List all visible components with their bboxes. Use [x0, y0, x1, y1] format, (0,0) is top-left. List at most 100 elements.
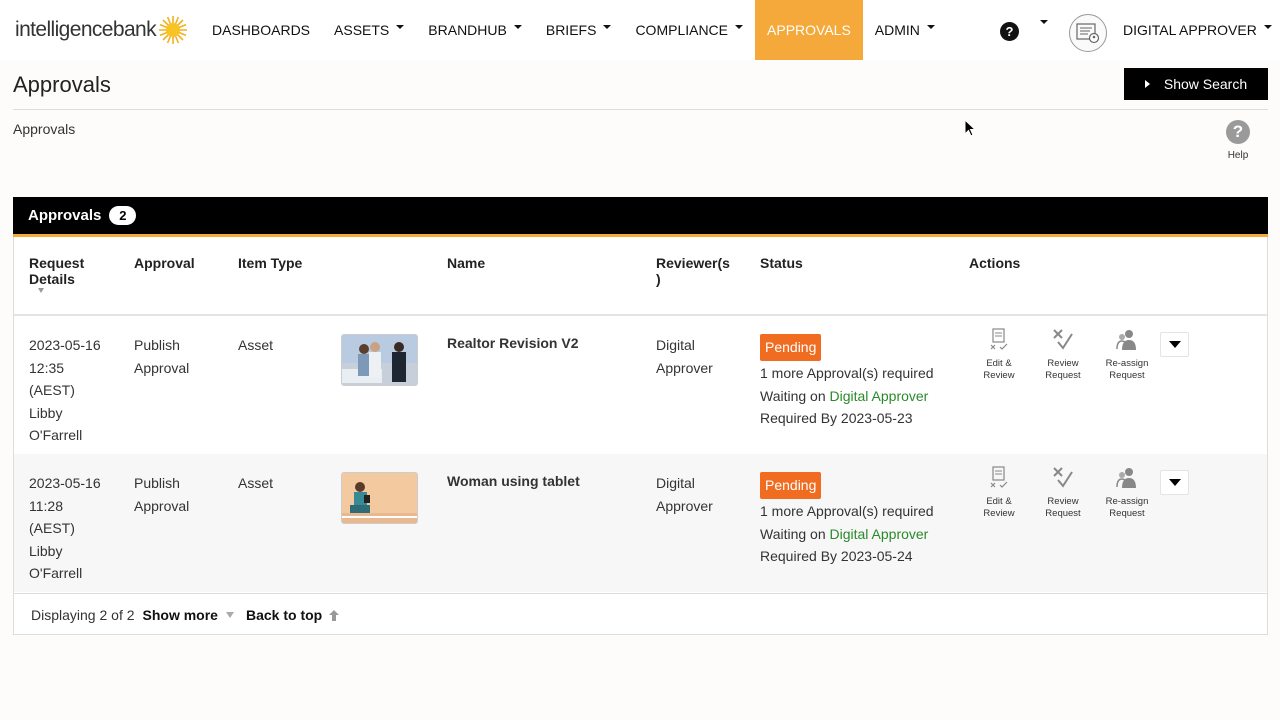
- action-label: Re-assign: [1105, 358, 1149, 369]
- play-triangle-icon: [1144, 80, 1150, 88]
- action-label: Re-assign: [1105, 496, 1149, 507]
- edit-review-icon: [990, 328, 1008, 350]
- triangle-down-icon: [225, 612, 234, 618]
- nav-admin[interactable]: ADMIN: [863, 0, 947, 60]
- nav-label: DASHBOARDS: [212, 22, 311, 38]
- action-label: Review: [1047, 496, 1079, 507]
- nav-label: APPROVALS: [767, 22, 851, 38]
- request-details: 2023-05-16 11:28 (AEST) Libby O'Farrell: [29, 472, 101, 585]
- required-by-text: Required By 2023-05-23: [760, 410, 913, 426]
- asset-thumbnail[interactable]: [341, 472, 418, 524]
- request-date: 2023-05-16: [29, 337, 101, 353]
- caret-down-icon: [926, 25, 935, 29]
- nav-label: ADMIN: [874, 22, 920, 38]
- reviewer: Digital Approver: [656, 472, 713, 517]
- nav-brandhub[interactable]: BRANDHUB: [416, 0, 534, 60]
- caret-down-icon: [603, 25, 612, 29]
- action-label: Request: [1109, 370, 1145, 381]
- col-actions: Actions: [969, 255, 1021, 271]
- help-glyph: ?: [1232, 122, 1244, 141]
- action-label: Edit &: [986, 496, 1012, 507]
- edit-review-button[interactable]: Edit & Review: [973, 328, 1025, 382]
- reassign-request-button[interactable]: Re-assign Request: [1101, 328, 1153, 382]
- caret-down-icon: [1168, 479, 1181, 486]
- action-label: Request: [1109, 508, 1145, 519]
- col-request-details[interactable]: Request Details: [29, 255, 84, 287]
- status-badge: Pending: [760, 472, 822, 499]
- caret-down-icon: [1168, 341, 1181, 348]
- nav-label: BRANDHUB: [428, 22, 507, 38]
- help-caret-down-icon[interactable]: [1040, 20, 1048, 24]
- edit-review-icon: [990, 466, 1008, 488]
- edit-review-button[interactable]: Edit & Review: [973, 466, 1025, 520]
- nav-label: BRIEFS: [545, 22, 597, 38]
- approver-badge-icon: [1076, 23, 1100, 44]
- col-label: ): [656, 271, 661, 287]
- help-icon: ?: [1226, 120, 1250, 144]
- review-request-icon: [1053, 467, 1073, 488]
- panel-title: Approvals: [28, 207, 102, 224]
- show-more-link[interactable]: Show more: [143, 607, 218, 623]
- required-by-text: Required By 2023-05-24: [760, 548, 913, 564]
- row-more-actions-dropdown[interactable]: [1160, 470, 1189, 495]
- waiting-on-link[interactable]: Digital Approver: [830, 526, 929, 542]
- request-details: 2023-05-16 12:35 (AEST) Libby O'Farrell: [29, 334, 101, 447]
- user-avatar[interactable]: [1069, 14, 1107, 52]
- show-search-button[interactable]: Show Search: [1124, 68, 1268, 100]
- review-request-button[interactable]: Review Request: [1037, 466, 1089, 520]
- request-timezone: (AEST): [29, 382, 75, 398]
- table-footer: Displaying 2 of 2 Show more Back to top: [31, 607, 340, 623]
- request-time: 12:35: [29, 359, 65, 376]
- help-glyph: ?: [1005, 24, 1014, 39]
- reassign-request-icon: [1116, 468, 1136, 488]
- help-button[interactable]: ? Help: [1222, 120, 1254, 161]
- item-type: Asset: [238, 337, 274, 353]
- review-request-button[interactable]: Review Request: [1037, 328, 1089, 382]
- reassign-request-button[interactable]: Re-assign Request: [1101, 466, 1153, 520]
- requester-last: O'Farrell: [29, 427, 83, 443]
- show-search-label: Show Search: [1163, 76, 1248, 92]
- approval-line: Approval: [134, 497, 190, 514]
- mouse-pointer-icon: [964, 119, 976, 137]
- nav-briefs[interactable]: BRIEFS: [534, 0, 624, 60]
- user-name-label: DIGITAL APPROVER: [1123, 22, 1257, 38]
- breadcrumb[interactable]: Approvals: [13, 121, 75, 137]
- col-label: Request: [29, 255, 85, 271]
- reviewer: Digital Approver: [656, 334, 713, 379]
- nav-compliance[interactable]: COMPLIANCE: [623, 0, 755, 60]
- reviewer-line: Digital: [656, 337, 695, 353]
- action-label: Edit &: [986, 358, 1012, 369]
- waiting-prefix: Waiting on: [760, 525, 826, 542]
- realtor-photo-image: [342, 335, 417, 385]
- nav-dashboards[interactable]: DASHBOARDS: [200, 0, 322, 60]
- sun-logo-icon: [159, 16, 188, 44]
- main-nav: DASHBOARDS ASSETS BRANDHUB BRIEFS COMPLI…: [200, 0, 947, 60]
- col-name: Name: [447, 255, 486, 271]
- page-title: Approvals: [13, 72, 111, 97]
- asset-thumbnail[interactable]: [341, 334, 418, 386]
- caret-down-icon: [396, 25, 405, 29]
- request-timezone: (AEST): [29, 520, 75, 536]
- nav-assets[interactable]: ASSETS: [322, 0, 416, 60]
- waiting-on-text: Waiting on Digital Approver: [760, 385, 934, 408]
- reviewer-line: Approver: [656, 359, 713, 376]
- waiting-on-link[interactable]: Digital Approver: [830, 388, 929, 404]
- asset-name-link[interactable]: Woman using tablet: [447, 472, 580, 490]
- back-to-top-link[interactable]: Back to top: [246, 607, 322, 623]
- arrow-up-icon: [329, 609, 340, 621]
- help-label: Help: [1227, 150, 1249, 161]
- woman-tablet-image: [342, 473, 417, 523]
- sort-desc-icon[interactable]: [38, 288, 44, 293]
- reassign-request-icon: [1116, 330, 1136, 350]
- intelligencebank-logo[interactable]: intelligencebank: [15, 14, 188, 46]
- user-menu[interactable]: DIGITAL APPROVER: [1123, 0, 1272, 60]
- nav-approvals[interactable]: APPROVALS: [755, 0, 863, 60]
- approval-type: Publish Approval: [134, 334, 189, 379]
- approvals-count-badge: 2: [109, 206, 137, 225]
- reviewer-line: Approver: [656, 497, 713, 514]
- row-more-actions-dropdown[interactable]: [1160, 332, 1189, 357]
- asset-name-link[interactable]: Realtor Revision V2: [447, 334, 579, 352]
- help-menu-icon[interactable]: ?: [1000, 22, 1019, 41]
- reviewer-line: Digital: [656, 475, 695, 491]
- col-reviewers: Reviewer(s ): [656, 255, 730, 287]
